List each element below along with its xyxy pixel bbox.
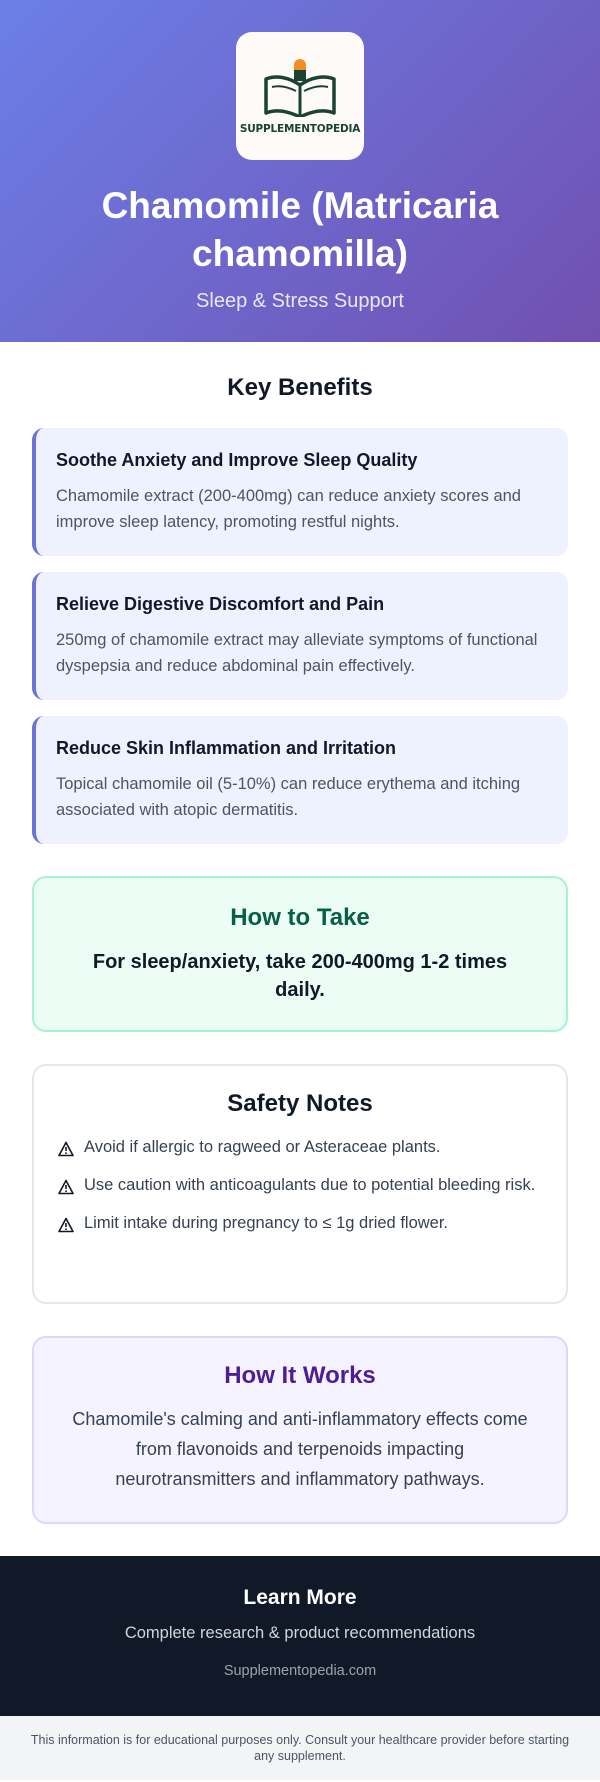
safety-note-item: Limit intake during pregnancy to ≤ 1g dr… bbox=[58, 1210, 542, 1236]
disclaimer-footer: This information is for educational purp… bbox=[0, 1716, 600, 1780]
safety-note-item: Avoid if allergic to ragweed or Asterace… bbox=[58, 1134, 542, 1160]
safety-note-text: Avoid if allergic to ragweed or Asterace… bbox=[84, 1138, 441, 1156]
benefit-card: Relieve Digestive Discomfort and Pain 25… bbox=[32, 572, 568, 700]
website-link[interactable]: Supplementopedia.com bbox=[224, 1663, 376, 1679]
how-it-works-title: How It Works bbox=[224, 1362, 376, 1389]
safety-notes-title: Safety Notes bbox=[227, 1090, 373, 1117]
benefit-card: Soothe Anxiety and Improve Sleep Quality… bbox=[32, 428, 568, 556]
how-it-works-card: How It Works Chamomile's calming and ant… bbox=[32, 1336, 568, 1524]
safety-note-item: Use caution with anticoagulants due to p… bbox=[58, 1172, 542, 1198]
benefit-card: Reduce Skin Inflammation and Irritation … bbox=[32, 716, 568, 844]
benefits-list: Soothe Anxiety and Improve Sleep Quality… bbox=[0, 428, 600, 844]
page-title: Chamomile (Matricaria chamomilla) bbox=[101, 185, 499, 274]
how-to-take-card: How to Take For sleep/anxiety, take 200-… bbox=[32, 876, 568, 1032]
logo: SUPPLEMENTOPEDIA bbox=[236, 32, 364, 160]
learn-more-section: Learn More Complete research & product r… bbox=[0, 1556, 600, 1716]
warning-triangle-icon bbox=[58, 1141, 74, 1157]
benefit-description: Topical chamomile oil (5-10%) can reduce… bbox=[56, 775, 521, 819]
how-to-take-text: For sleep/anxiety, take 200-400mg 1-2 ti… bbox=[92, 951, 508, 1001]
safety-note-text: Use caution with anticoagulants due to p… bbox=[84, 1176, 536, 1194]
warning-triangle-icon bbox=[58, 1217, 74, 1233]
learn-more-subtitle: Complete research & product recommendati… bbox=[124, 1624, 476, 1642]
benefit-title: Soothe Anxiety and Improve Sleep Quality bbox=[56, 450, 418, 470]
how-it-works-text: Chamomile's calming and anti-inflammator… bbox=[72, 1409, 528, 1489]
page-subtitle: Sleep & Stress Support bbox=[196, 290, 404, 312]
logo-text: SUPPLEMENTOPEDIA bbox=[239, 123, 361, 135]
safety-note-text: Limit intake during pregnancy to ≤ 1g dr… bbox=[84, 1214, 449, 1232]
learn-more-title: Learn More bbox=[243, 1586, 357, 1609]
safety-notes-card: Safety Notes Avoid if allergic to ragwee… bbox=[32, 1064, 568, 1304]
benefit-description: Chamomile extract (200-400mg) can reduce… bbox=[56, 487, 521, 531]
warning-triangle-icon bbox=[58, 1179, 74, 1195]
safety-notes-list: Avoid if allergic to ragweed or Asterace… bbox=[58, 1134, 542, 1236]
benefit-title: Relieve Digestive Discomfort and Pain bbox=[56, 594, 385, 614]
page-header: SUPPLEMENTOPEDIA Chamomile (Matricaria c… bbox=[0, 0, 600, 342]
key-benefits-heading: Key Benefits bbox=[227, 374, 373, 401]
book-capsule-icon bbox=[264, 59, 336, 117]
how-to-take-title: How to Take bbox=[230, 904, 370, 931]
benefit-description: 250mg of chamomile extract may alleviate… bbox=[56, 631, 538, 675]
benefit-title: Reduce Skin Inflammation and Irritation bbox=[56, 738, 397, 758]
